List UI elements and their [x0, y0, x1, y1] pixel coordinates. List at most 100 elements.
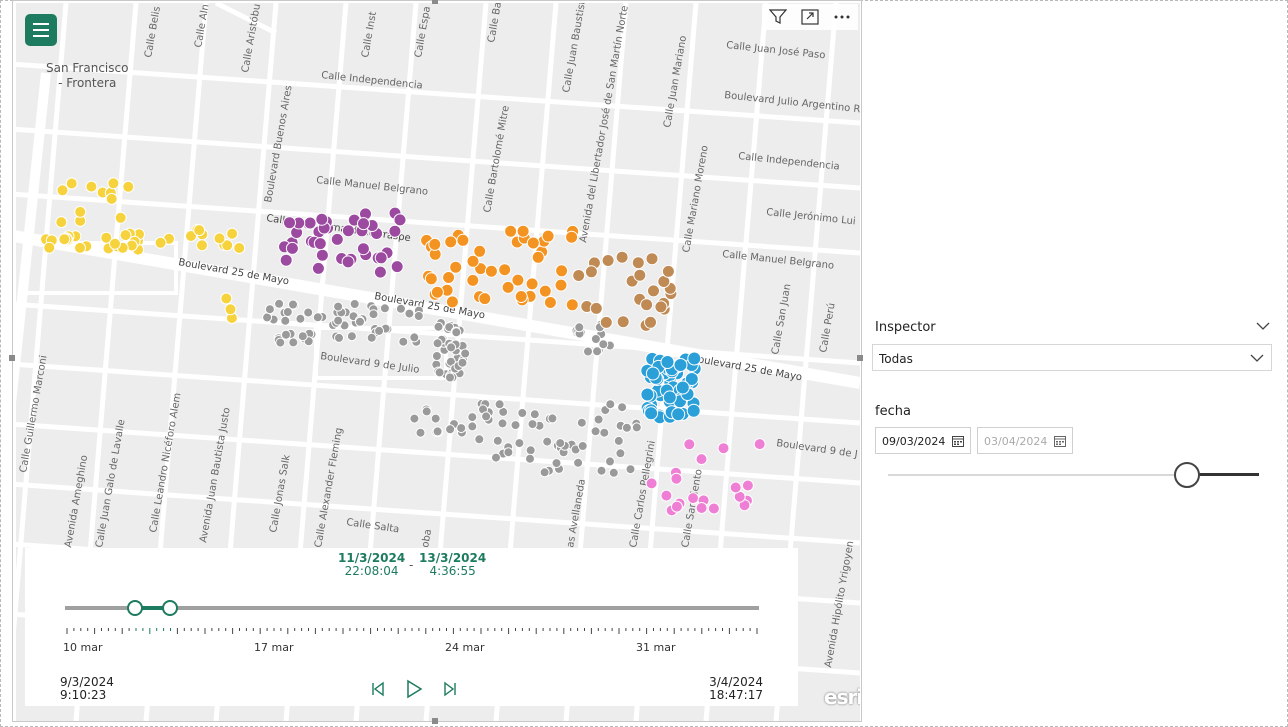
- fecha-slider-thumb[interactable]: [1174, 462, 1200, 488]
- fecha-start-input[interactable]: 09/03/2024: [875, 427, 971, 454]
- play-icon[interactable]: [403, 678, 425, 700]
- map-point[interactable]: [707, 502, 720, 515]
- map-point[interactable]: [341, 255, 355, 269]
- map-point[interactable]: [660, 489, 673, 502]
- map-point[interactable]: [390, 260, 404, 274]
- resize-handle[interactable]: [857, 355, 863, 361]
- map-point[interactable]: [660, 355, 675, 369]
- map-point[interactable]: [491, 452, 501, 463]
- map-point[interactable]: [531, 250, 545, 264]
- map-point[interactable]: [514, 438, 525, 449]
- map-point[interactable]: [281, 329, 291, 340]
- map-point[interactable]: [605, 456, 615, 467]
- map-point[interactable]: [695, 453, 708, 466]
- map-point[interactable]: [114, 211, 127, 224]
- map-point[interactable]: [224, 303, 237, 316]
- map-point[interactable]: [541, 229, 555, 243]
- map-point[interactable]: [481, 411, 492, 422]
- map-point[interactable]: [538, 284, 552, 298]
- map-point[interactable]: [395, 303, 406, 314]
- step-back-icon[interactable]: [367, 678, 389, 700]
- map-point[interactable]: [357, 217, 370, 231]
- fecha-end-input[interactable]: 03/04/2024: [977, 427, 1073, 454]
- map-point[interactable]: [671, 407, 686, 422]
- map-point[interactable]: [615, 448, 626, 459]
- map-point[interactable]: [608, 467, 619, 478]
- map-point[interactable]: [547, 413, 558, 424]
- map-point[interactable]: [599, 427, 610, 438]
- map-point[interactable]: [574, 322, 585, 333]
- map-point[interactable]: [673, 358, 688, 372]
- map-point[interactable]: [584, 265, 598, 279]
- map-point[interactable]: [330, 232, 344, 246]
- inspector-dropdown[interactable]: Todas: [872, 344, 1272, 371]
- map-point[interactable]: [543, 296, 557, 309]
- map-point[interactable]: [484, 264, 498, 278]
- map-point[interactable]: [640, 298, 654, 312]
- map-point[interactable]: [529, 409, 540, 420]
- map-point[interactable]: [525, 445, 536, 456]
- map-point[interactable]: [631, 422, 642, 433]
- map-point[interactable]: [355, 316, 365, 327]
- map-point[interactable]: [497, 418, 508, 429]
- map-point[interactable]: [280, 315, 291, 326]
- map-point[interactable]: [196, 239, 208, 252]
- map-point[interactable]: [647, 284, 660, 298]
- map-point[interactable]: [388, 224, 402, 238]
- map-point[interactable]: [226, 227, 239, 240]
- map-point[interactable]: [285, 241, 299, 255]
- map-point[interactable]: [517, 408, 528, 418]
- map-point[interactable]: [576, 417, 587, 428]
- map-point[interactable]: [55, 216, 68, 229]
- map-point[interactable]: [409, 413, 420, 424]
- map-point[interactable]: [213, 232, 226, 245]
- map-point[interactable]: [313, 237, 327, 251]
- map-point[interactable]: [58, 233, 71, 246]
- map-point[interactable]: [65, 177, 78, 190]
- map-point[interactable]: [303, 307, 314, 318]
- map-point[interactable]: [311, 261, 325, 275]
- map-point[interactable]: [312, 312, 323, 323]
- map-point[interactable]: [590, 334, 601, 344]
- map-point[interactable]: [644, 315, 657, 329]
- map-point[interactable]: [498, 263, 512, 277]
- map-point[interactable]: [374, 325, 385, 336]
- map-point[interactable]: [596, 465, 607, 476]
- map-point[interactable]: [504, 224, 518, 238]
- map-point[interactable]: [686, 403, 701, 418]
- map-point[interactable]: [334, 332, 344, 343]
- map-point[interactable]: [555, 264, 569, 278]
- map-point[interactable]: [583, 346, 593, 357]
- map-point[interactable]: [542, 436, 553, 447]
- map-point[interactable]: [503, 447, 514, 458]
- map-point[interactable]: [333, 301, 344, 312]
- map-point[interactable]: [295, 313, 306, 324]
- map-point[interactable]: [654, 300, 668, 314]
- step-forward-icon[interactable]: [439, 678, 461, 700]
- map-point[interactable]: [565, 298, 579, 312]
- map-point[interactable]: [275, 337, 286, 348]
- map-point[interactable]: [516, 224, 530, 238]
- map-point[interactable]: [430, 285, 444, 299]
- map-point[interactable]: [415, 427, 426, 438]
- map-point[interactable]: [446, 342, 457, 353]
- map-point[interactable]: [445, 424, 456, 435]
- map-point[interactable]: [621, 422, 632, 433]
- map-point[interactable]: [670, 472, 683, 485]
- map-point[interactable]: [346, 331, 357, 342]
- map-point[interactable]: [74, 205, 87, 218]
- range-start-handle[interactable]: [127, 600, 143, 616]
- map-point[interactable]: [683, 438, 696, 451]
- map-point[interactable]: [404, 308, 415, 319]
- map-point[interactable]: [593, 414, 604, 425]
- map-point[interactable]: [449, 260, 463, 274]
- map-point[interactable]: [729, 481, 742, 494]
- map-point[interactable]: [625, 464, 636, 475]
- map-point[interactable]: [645, 477, 658, 490]
- map-point[interactable]: [373, 265, 387, 279]
- map-point[interactable]: [467, 421, 478, 432]
- map-point[interactable]: [297, 331, 308, 342]
- map-point[interactable]: [565, 230, 579, 244]
- map-point[interactable]: [445, 295, 459, 309]
- map-point[interactable]: [695, 502, 708, 514]
